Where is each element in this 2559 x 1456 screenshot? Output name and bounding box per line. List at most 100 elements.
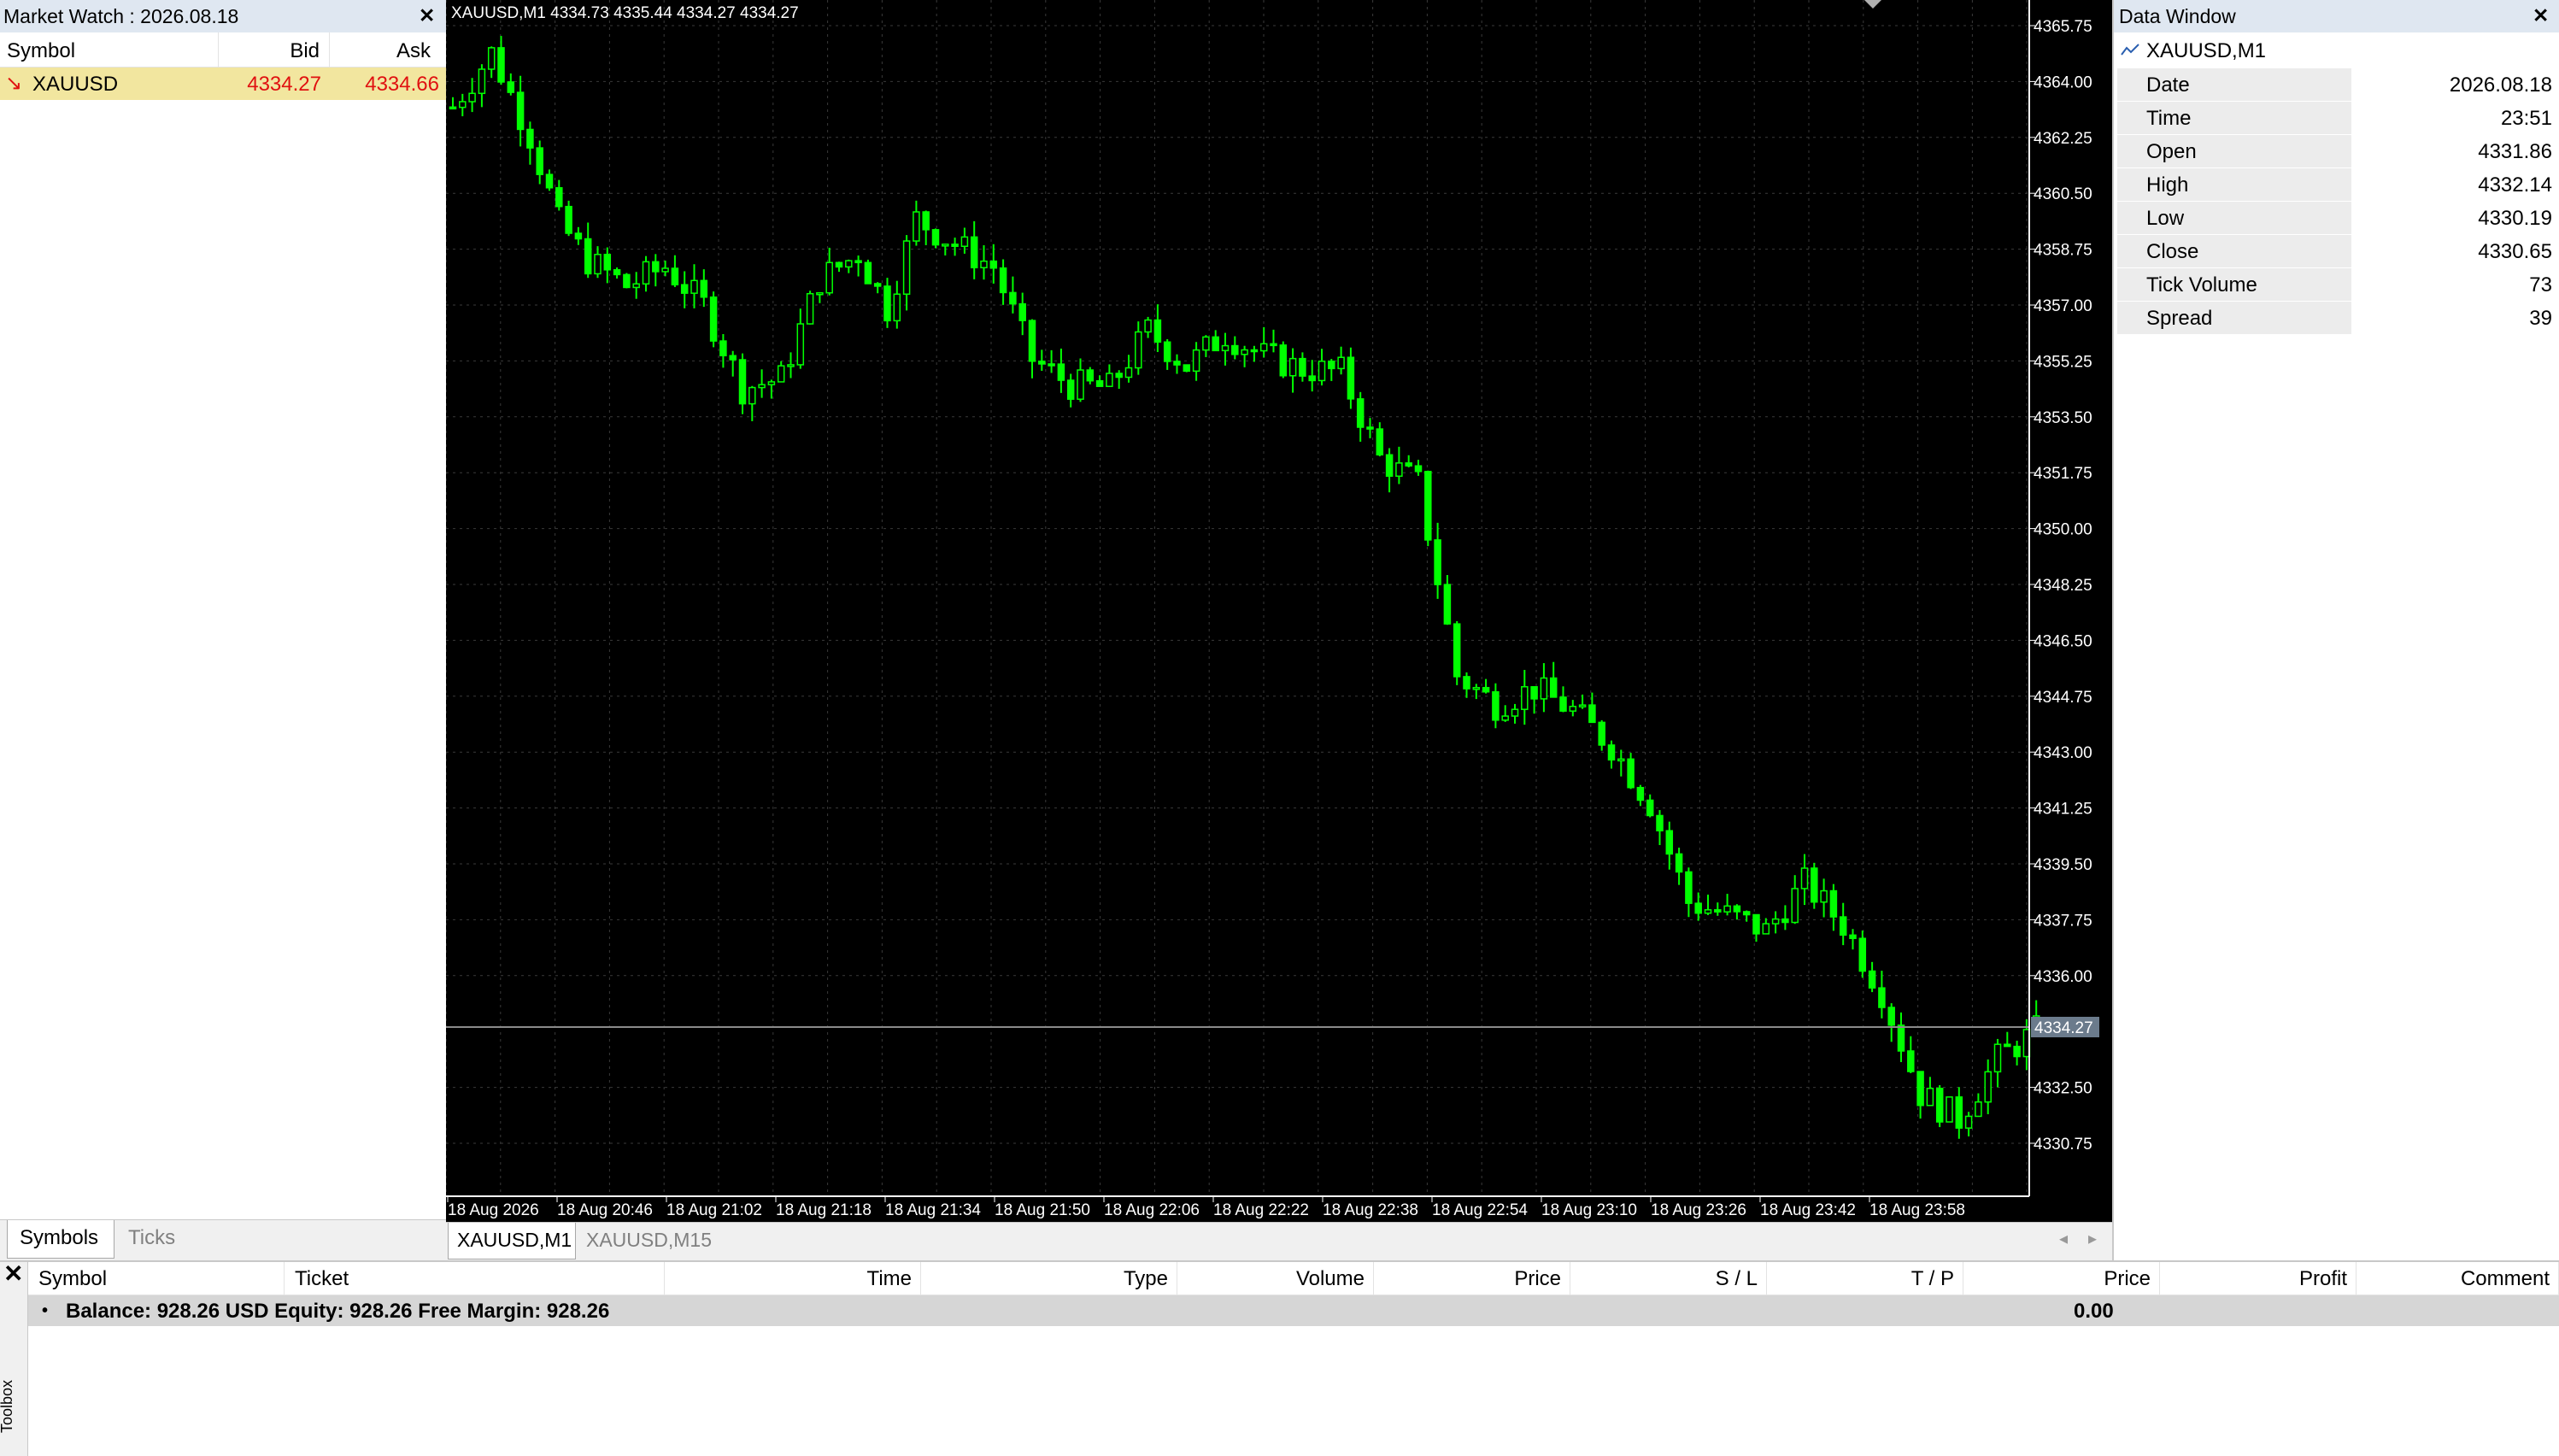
time-axis-label: 18 Aug 23:42 [1760, 1201, 1856, 1219]
candle-body [1714, 909, 1722, 913]
candle-body [1124, 367, 1133, 379]
candle-body [989, 260, 998, 269]
close-icon[interactable]: ✕ [2533, 3, 2549, 27]
candle-body [777, 365, 785, 383]
candle-body [1878, 987, 1886, 1008]
time-axis-label: 18 Aug 2026 [448, 1201, 539, 1219]
candle-body [806, 292, 814, 325]
price-axis-label: 4362.25 [2034, 130, 2092, 148]
candle-body [661, 267, 669, 273]
tab-chart-xauusd-m1[interactable]: XAUUSD,M1 [448, 1223, 576, 1259]
candle-body [1221, 344, 1230, 352]
candle-body [1907, 1050, 1915, 1072]
data-row-label: Time [2146, 107, 2192, 130]
data-row-high: High 4332.14 [2117, 168, 2557, 202]
market-watch-title-bar: Market Watch : 2026.08.18 ✕ [0, 0, 446, 32]
data-row-label-cell: Close [2117, 235, 2351, 267]
data-row-label-cell: Low [2117, 202, 2351, 234]
candle-body [883, 285, 891, 322]
candle-body [1617, 758, 1625, 762]
trade-column-4[interactable]: Volume [1177, 1262, 1374, 1295]
trade-column-0[interactable]: Symbol [28, 1262, 285, 1295]
candle-body [1048, 363, 1055, 367]
candle-body [1742, 911, 1751, 916]
candle-body [1270, 343, 1277, 347]
candle-body [584, 238, 592, 275]
candle-body [574, 232, 583, 240]
candle-body [1791, 888, 1799, 924]
candle-body [1975, 1101, 1982, 1118]
price-axis-label: 4350.00 [2034, 521, 2092, 539]
tab-symbols[interactable]: Symbols [7, 1220, 114, 1259]
shift-marker-icon [1864, 0, 1881, 9]
candle-body [1028, 320, 1036, 362]
candle-body [1839, 916, 1847, 936]
candle-body [1598, 721, 1605, 746]
candle-body [1569, 705, 1577, 712]
candle-body [1694, 902, 1702, 914]
candle-body [1231, 344, 1239, 355]
tab-chart-xauusd-m15[interactable]: XAUUSD,M15 [586, 1229, 712, 1252]
data-window-title: Data Window [2119, 5, 2236, 27]
trade-column-label: Time [866, 1267, 912, 1290]
market-watch-row-xauusd[interactable]: ↘ XAUUSD 4334.27 4334.66 [0, 68, 446, 100]
data-window-symbol: XAUUSD,M1 [2146, 39, 2267, 62]
trade-column-7[interactable]: T / P [1767, 1262, 1963, 1295]
scroll-left-icon[interactable]: ◂ [2059, 1228, 2068, 1249]
candle-body [1241, 349, 1248, 355]
candle-body [767, 381, 776, 385]
balance-row[interactable]: • Balance: 928.26 USD Equity: 928.26 Fre… [28, 1295, 2559, 1326]
candle-body [931, 229, 940, 246]
column-header-symbol[interactable]: Symbol [7, 39, 75, 63]
candle-body [565, 205, 572, 234]
candle-body [1849, 934, 1857, 940]
candle-body [1144, 319, 1152, 333]
candle-body [1646, 799, 1654, 817]
data-row-tick-volume: Tick Volume 73 [2117, 268, 2557, 302]
close-icon[interactable]: ✕ [419, 3, 435, 27]
market-watch-title: Market Watch : 2026.08.18 [3, 5, 239, 27]
data-row-value: 2026.08.18 [2449, 73, 2552, 97]
candle-body [960, 236, 969, 248]
trade-column-10[interactable]: Comment [2357, 1262, 2559, 1295]
candle-body [1095, 379, 1104, 387]
candle-body [468, 92, 476, 103]
time-axis-label: 18 Aug 22:22 [1213, 1201, 1309, 1219]
time-axis-label: 18 Aug 22:38 [1323, 1201, 1418, 1219]
trade-column-2[interactable]: Time [665, 1262, 921, 1295]
data-row-label: Date [2146, 73, 2190, 97]
trade-column-8[interactable]: Price [1963, 1262, 2160, 1295]
tab-ticks[interactable]: Ticks [128, 1226, 175, 1250]
candle-body [1704, 909, 1712, 914]
candle-body [1299, 357, 1306, 377]
candle-body [970, 236, 978, 269]
trade-column-5[interactable]: Price [1374, 1262, 1570, 1295]
data-row-label-cell: Tick Volume [2117, 268, 2351, 301]
trade-column-1[interactable]: Ticket [285, 1262, 665, 1295]
scroll-right-icon[interactable]: ▸ [2088, 1228, 2097, 1249]
trade-column-3[interactable]: Type [921, 1262, 1177, 1295]
price-axis-label: 4330.75 [2034, 1136, 2092, 1154]
candle-body [1588, 704, 1596, 724]
candle-body [594, 254, 602, 275]
time-axis-label: 18 Aug 22:06 [1104, 1201, 1200, 1219]
column-header-ask[interactable]: Ask [396, 39, 431, 63]
candle-body [864, 261, 872, 285]
trade-column-9[interactable]: Profit [2160, 1262, 2357, 1295]
chart-canvas[interactable]: 4365.75 4364.00 4362.25 4360.50 4358.75 4357.… [446, 0, 2112, 1222]
data-row-time: Time 23:51 [2117, 102, 2557, 135]
column-header-bid[interactable]: Bid [290, 39, 320, 63]
trade-column-6[interactable]: S / L [1570, 1262, 1767, 1295]
close-icon[interactable]: ✕ [3, 1262, 23, 1286]
candle-body [1887, 1007, 1895, 1026]
market-watch-header: Symbol Bid Ask [0, 32, 446, 68]
candle-body [1308, 375, 1316, 382]
toolbox-side-bar: ✕ Toolbox [0, 1262, 28, 1456]
price-chart[interactable]: 4365.75 4364.00 4362.25 4360.50 4358.75 4357.… [446, 0, 2112, 1222]
candle-body [478, 68, 486, 95]
candle-body [1163, 341, 1171, 362]
time-axis-label: 18 Aug 23:10 [1541, 1201, 1637, 1219]
data-row-date: Date 2026.08.18 [2117, 68, 2557, 102]
data-row-value-cell: 4330.19 [2353, 202, 2557, 234]
time-axis-label: 18 Aug 20:46 [557, 1201, 653, 1219]
